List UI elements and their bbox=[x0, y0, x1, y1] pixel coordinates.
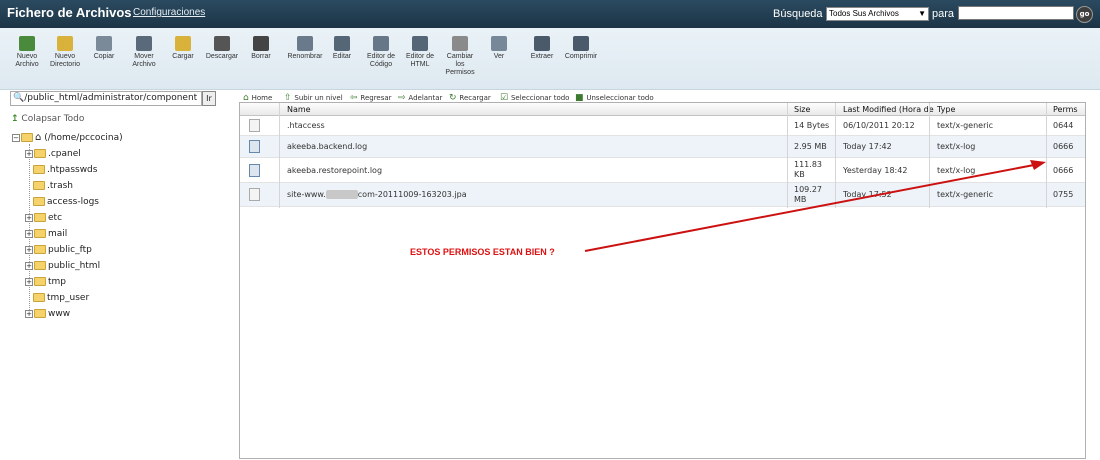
annotation-arrow-head bbox=[1030, 160, 1046, 170]
annotation-arrow-line bbox=[584, 164, 1035, 252]
annotation-arrow bbox=[584, 160, 1046, 252]
